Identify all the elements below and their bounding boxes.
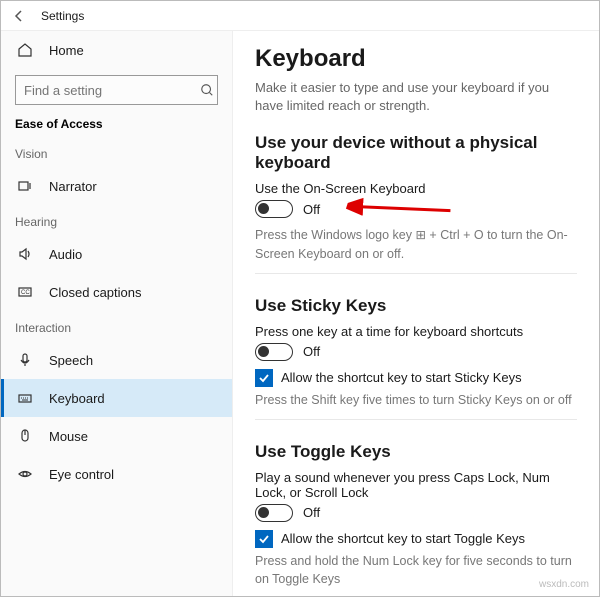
togglekeys-toggle[interactable] xyxy=(255,504,293,522)
audio-label: Audio xyxy=(49,247,82,262)
eye-icon xyxy=(15,464,35,484)
cc-icon: CC xyxy=(15,282,35,302)
page-subtitle: Make it easier to type and use your keyb… xyxy=(255,79,577,115)
sidebar-item-audio[interactable]: Audio xyxy=(1,235,232,273)
sidebar-item-home[interactable]: Home xyxy=(1,31,232,69)
watermark: wsxdn.com xyxy=(539,579,589,590)
osk-toggle[interactable] xyxy=(255,200,293,218)
sec3-heading: Use Toggle Keys xyxy=(255,442,577,462)
sticky-state: Off xyxy=(303,344,320,359)
titlebar: Settings xyxy=(1,1,599,31)
mouse-icon xyxy=(15,426,35,446)
mouse-label: Mouse xyxy=(49,429,88,444)
osk-state: Off xyxy=(303,202,320,217)
sidebar-item-eye[interactable]: Eye control xyxy=(1,455,232,493)
cc-label: Closed captions xyxy=(49,285,142,300)
home-label: Home xyxy=(49,43,84,58)
eye-label: Eye control xyxy=(49,467,114,482)
narrator-label: Narrator xyxy=(49,179,97,194)
sidebar-item-mouse[interactable]: Mouse xyxy=(1,417,232,455)
main-content: Keyboard Make it easier to type and use … xyxy=(233,31,599,596)
sidebar-item-speech[interactable]: Speech xyxy=(1,341,232,379)
osk-help: Press the Windows logo key ⊞ + Ctrl + O … xyxy=(255,226,577,262)
mic-icon xyxy=(15,350,35,370)
sidebar-item-keyboard[interactable]: Keyboard xyxy=(1,379,232,417)
togglekeys-help: Press and hold the Num Lock key for five… xyxy=(255,552,577,588)
keyboard-icon xyxy=(15,388,35,408)
osk-label: Use the On-Screen Keyboard xyxy=(255,181,577,196)
search-input[interactable] xyxy=(15,75,218,105)
audio-icon xyxy=(15,244,35,264)
sticky-label: Press one key at a time for keyboard sho… xyxy=(255,324,577,339)
sec2-heading: Use Sticky Keys xyxy=(255,296,577,316)
sidebar-item-narrator[interactable]: Narrator xyxy=(1,167,232,205)
togglekeys-shortcut-label: Allow the shortcut key to start Toggle K… xyxy=(281,530,525,548)
sticky-toggle[interactable] xyxy=(255,343,293,361)
narrator-icon xyxy=(15,176,35,196)
window-title: Settings xyxy=(41,9,84,23)
search-field[interactable] xyxy=(24,83,200,98)
group-vision-heading: Vision xyxy=(1,137,232,167)
togglekeys-label: Play a sound whenever you press Caps Loc… xyxy=(255,470,577,500)
sidebar: Home Ease of Access Vision Narrator Hear… xyxy=(1,31,233,596)
sidebar-category: Ease of Access xyxy=(1,111,232,137)
keyboard-label: Keyboard xyxy=(49,391,105,406)
home-icon xyxy=(15,40,35,60)
search-icon xyxy=(200,83,214,97)
togglekeys-shortcut-checkbox[interactable] xyxy=(255,530,273,548)
sticky-shortcut-label: Allow the shortcut key to start Sticky K… xyxy=(281,369,522,387)
togglekeys-state: Off xyxy=(303,505,320,520)
sticky-help: Press the Shift key five times to turn S… xyxy=(255,391,577,409)
sidebar-item-cc[interactable]: CC Closed captions xyxy=(1,273,232,311)
page-title: Keyboard xyxy=(255,45,577,73)
group-hearing-heading: Hearing xyxy=(1,205,232,235)
sec1-heading: Use your device without a physical keybo… xyxy=(255,133,577,173)
svg-text:CC: CC xyxy=(21,290,30,296)
sticky-shortcut-checkbox[interactable] xyxy=(255,369,273,387)
group-interaction-heading: Interaction xyxy=(1,311,232,341)
back-icon[interactable] xyxy=(11,8,29,24)
speech-label: Speech xyxy=(49,353,93,368)
